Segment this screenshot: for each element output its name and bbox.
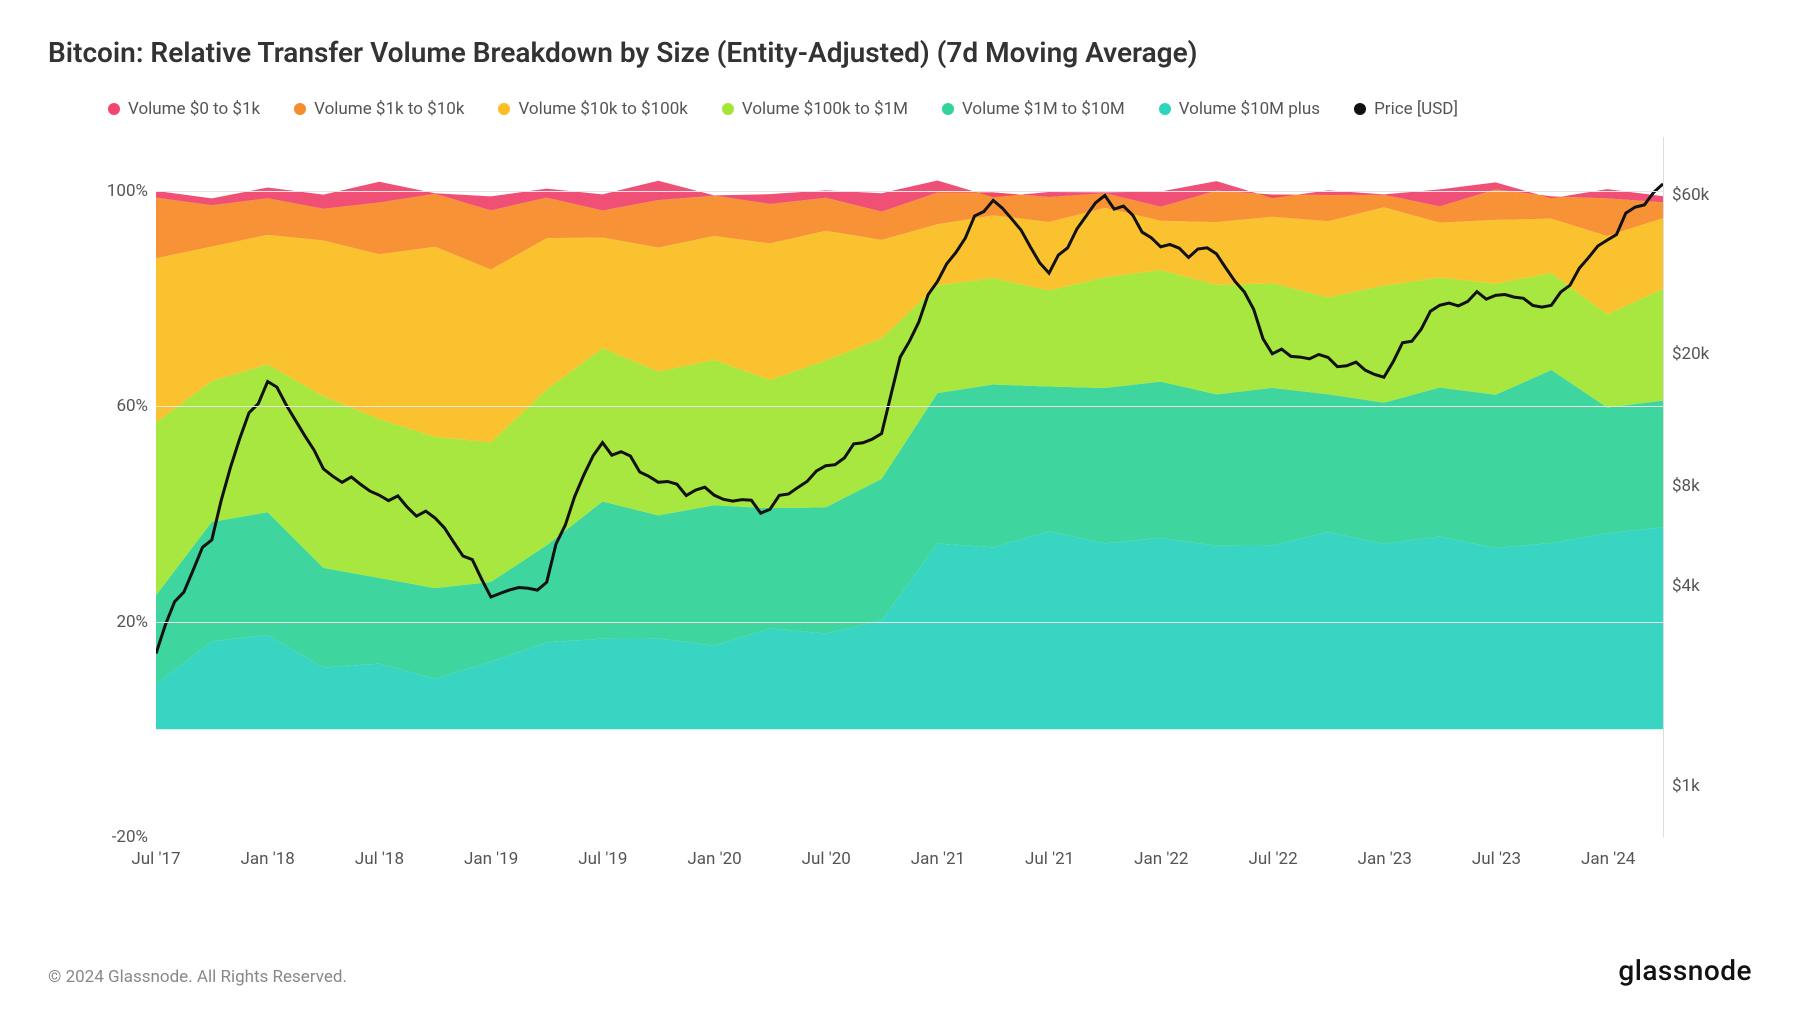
legend-item[interactable]: Volume $1M to $10M [942,99,1125,119]
x-axis-tick: Jul '17 [131,849,180,869]
legend-label: Volume $100k to $1M [742,99,908,119]
y-axis-right-tick: $4k [1672,576,1752,596]
y-axis-right-tick: $20k [1672,344,1752,364]
legend-item[interactable]: Volume $10M plus [1159,99,1320,119]
x-axis-tick: Jan '19 [464,849,518,869]
chart-area[interactable]: -20% 20% 60% 100% $1k $4k $8k $20k $60k Jul '17 Ja… [48,127,1752,887]
x-axis-tick: Jul '18 [355,849,404,869]
legend-swatch [294,103,306,115]
legend-item[interactable]: Volume $1k to $10k [294,99,464,119]
legend-label: Volume $10k to $100k [518,99,687,119]
x-axis-tick: Jan '18 [241,849,295,869]
x-axis-tick: Jul '20 [802,849,851,869]
legend-swatch [108,103,120,115]
legend-label: Volume $1M to $10M [962,99,1125,119]
y-axis-left-tick: 60% [48,396,148,416]
legend-swatch [722,103,734,115]
legend: Volume $0 to $1k Volume $1k to $10k Volu… [48,99,1752,119]
x-axis-tick: Jul '19 [578,849,627,869]
legend-swatch [1354,103,1366,115]
legend-label: Price [USD] [1374,99,1458,119]
legend-item[interactable]: Volume $0 to $1k [108,99,260,119]
legend-label: Volume $10M plus [1179,99,1320,119]
plot-region[interactable] [156,137,1664,837]
y-axis-left-tick: 20% [48,612,148,632]
x-axis-tick: Jan '23 [1358,849,1412,869]
x-axis-tick: Jan '22 [1134,849,1188,869]
x-axis-tick: Jan '20 [687,849,741,869]
x-axis-tick: Jul '22 [1248,849,1297,869]
brand-logo: glassnode [1618,954,1752,987]
x-axis-tick: Jan '24 [1581,849,1635,869]
legend-swatch [498,103,510,115]
legend-swatch [1159,103,1171,115]
legend-item[interactable]: Price [USD] [1354,99,1458,119]
chart-title: Bitcoin: Relative Transfer Volume Breakd… [48,36,1752,69]
y-axis-left-tick: 100% [48,181,148,201]
x-axis-tick: Jan '21 [911,849,965,869]
copyright: © 2024 Glassnode. All Rights Reserved. [48,967,347,987]
legend-swatch [942,103,954,115]
legend-label: Volume $1k to $10k [314,99,464,119]
y-axis-right-tick: $60k [1672,185,1752,205]
legend-item[interactable]: Volume $100k to $1M [722,99,908,119]
y-axis-right-tick: $8k [1672,476,1752,496]
y-axis-right-tick: $1k [1672,776,1752,796]
legend-label: Volume $0 to $1k [128,99,260,119]
price-line [156,137,1663,837]
x-axis-tick: Jul '21 [1025,849,1074,869]
legend-item[interactable]: Volume $10k to $100k [498,99,687,119]
y-axis-left-tick: -20% [48,827,148,847]
x-axis-tick: Jul '23 [1472,849,1521,869]
